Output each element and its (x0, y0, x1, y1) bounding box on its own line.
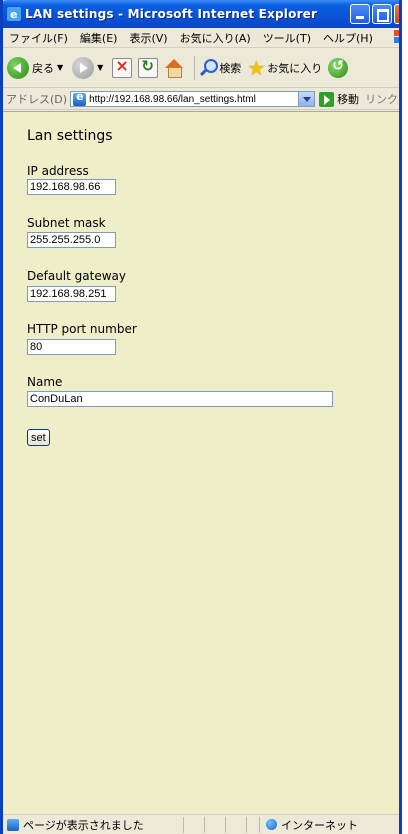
back-label: 戻る (32, 61, 54, 75)
go-arrow-icon (319, 91, 335, 107)
default-gateway-label: Default gateway (27, 269, 126, 283)
svg-text:e: e (10, 8, 17, 21)
status-segment (246, 816, 259, 833)
set-button[interactable]: set (27, 429, 50, 446)
status-segment (183, 816, 204, 833)
http-port-input[interactable] (27, 339, 116, 355)
window-title: LAN settings - Microsoft Internet Explor… (25, 7, 318, 21)
page-title: Lan settings (27, 128, 113, 144)
favorites-label: お気に入り (267, 61, 323, 75)
status-segment (225, 816, 246, 833)
back-dropdown-icon[interactable]: ▼ (57, 63, 63, 72)
zone-text: インターネット (281, 818, 358, 832)
title-bar[interactable]: e LAN settings - Microsoft Internet Expl… (3, 0, 399, 28)
refresh-button[interactable] (138, 57, 159, 78)
menu-favorites[interactable]: お気に入り(A) (174, 30, 257, 46)
subnet-mask-input[interactable] (27, 232, 116, 248)
menu-file[interactable]: ファイル(F) (3, 30, 74, 46)
menu-bar: ファイル(F) 編集(E) 表示(V) お気に入り(A) ツール(T) ヘルプ(… (3, 28, 399, 48)
name-input[interactable] (27, 391, 333, 407)
star-icon: ★ (247, 55, 266, 80)
page-status-icon (7, 818, 19, 831)
address-label: アドレス(D) (6, 93, 68, 106)
links-label[interactable]: リンク (365, 91, 398, 107)
search-label: 検索 (219, 61, 242, 75)
subnet-mask-label: Subnet mask (27, 216, 106, 230)
refresh-icon (138, 57, 159, 78)
search-icon (199, 58, 219, 77)
maximize-button[interactable] (372, 4, 392, 24)
status-bar: ページが表示されました インターネット (3, 814, 399, 834)
name-label: Name (27, 375, 63, 389)
forward-dropdown-icon[interactable]: ▼ (97, 63, 103, 72)
home-icon (164, 58, 184, 78)
toolbar: 戻る ▼ ▼ 検索 ★ お気に入り (3, 48, 399, 88)
scrollbar-stub (401, 112, 402, 130)
minimize-button[interactable] (350, 4, 370, 24)
stop-icon (112, 56, 133, 78)
search-button[interactable]: 検索 (199, 58, 242, 77)
address-dropdown-icon[interactable] (298, 92, 315, 106)
stop-button[interactable] (112, 56, 133, 78)
status-segment (204, 816, 225, 833)
back-button[interactable]: 戻る ▼ (7, 56, 66, 79)
page-content: Lan settings IP address Subnet mask Defa… (3, 111, 402, 814)
ip-address-input[interactable] (27, 179, 116, 195)
address-url[interactable]: http://192.168.98.66/lan_settings.html (89, 94, 256, 105)
history-icon (328, 57, 349, 78)
browser-window: e LAN settings - Microsoft Internet Expl… (0, 0, 402, 834)
favorites-button[interactable]: ★ お気に入り (247, 55, 323, 80)
menu-edit[interactable]: 編集(E) (74, 30, 124, 46)
http-port-label: HTTP port number (27, 322, 137, 336)
page-icon (73, 90, 87, 106)
home-button[interactable] (164, 58, 184, 78)
close-button[interactable] (394, 4, 399, 24)
go-label: 移動 (337, 93, 360, 106)
ip-address-label: IP address (27, 164, 89, 178)
toolbar-divider (194, 55, 196, 80)
back-arrow-icon (7, 56, 29, 79)
default-gateway-input[interactable] (27, 286, 116, 302)
status-text: ページが表示されました (23, 818, 144, 832)
address-bar: アドレス(D) http://192.168.98.66/lan_setting… (3, 89, 399, 110)
zone-indicator: インターネット (259, 816, 399, 833)
windows-logo-icon (394, 30, 399, 43)
forward-arrow-icon (72, 56, 95, 79)
media-button[interactable] (328, 57, 349, 78)
menu-help[interactable]: ヘルプ(H) (317, 30, 379, 46)
menu-view[interactable]: 表示(V) (123, 30, 173, 46)
forward-button[interactable]: ▼ (72, 56, 106, 79)
menu-tools[interactable]: ツール(T) (257, 30, 317, 46)
globe-icon (266, 819, 277, 830)
go-button[interactable]: 移動 (319, 91, 359, 107)
address-input[interactable]: http://192.168.98.66/lan_settings.html (70, 90, 316, 107)
ie-icon: e (7, 7, 21, 21)
